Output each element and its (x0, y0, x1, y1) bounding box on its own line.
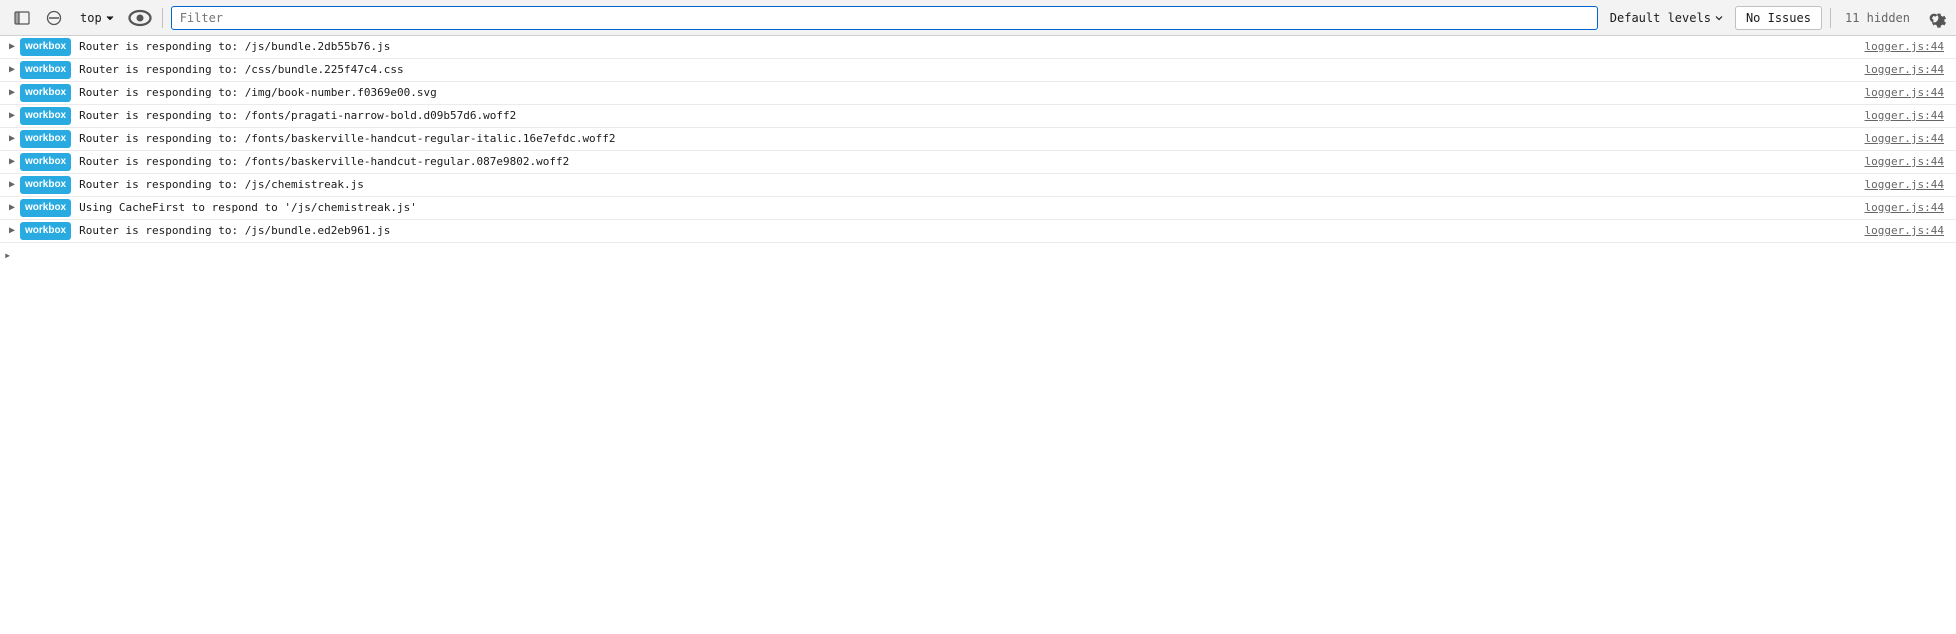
expand-arrow-icon[interactable]: ▶ (4, 108, 20, 124)
sidebar-icon (14, 10, 30, 26)
log-message: Router is responding to: /fonts/baskervi… (79, 154, 1864, 170)
no-entry-button[interactable] (40, 6, 68, 30)
expand-arrow-icon[interactable]: ▶ (4, 177, 20, 193)
expand-arrow-icon[interactable]: ▶ (4, 223, 20, 239)
expand-arrow-icon[interactable]: ▶ (4, 131, 20, 147)
table-row: ▶workbox Router is responding to: /fonts/… (0, 151, 1956, 174)
log-message: Router is responding to: /fonts/pragati-… (79, 108, 1864, 124)
workbox-badge: workbox (20, 38, 71, 56)
no-issues-label: No Issues (1746, 11, 1811, 25)
table-row: ▶workbox Router is responding to: /fonts/… (0, 128, 1956, 151)
levels-button[interactable]: Default levels (1602, 9, 1731, 27)
filter-input[interactable] (171, 6, 1598, 30)
no-entry-icon (46, 10, 62, 26)
chevron-down-icon (106, 14, 114, 22)
log-message: Router is responding to: /js/bundle.2db5… (79, 39, 1864, 55)
log-message: Using CacheFirst to respond to '/js/chem… (79, 200, 1864, 216)
log-source-link[interactable]: logger.js:44 (1865, 108, 1956, 124)
workbox-badge: workbox (20, 107, 71, 125)
expand-arrow-icon[interactable]: ▶ (4, 39, 20, 55)
no-issues-button[interactable]: No Issues (1735, 6, 1822, 30)
workbox-badge: workbox (20, 153, 71, 171)
log-source-link[interactable]: logger.js:44 (1865, 177, 1956, 193)
log-source-link[interactable]: logger.js:44 (1865, 200, 1956, 216)
levels-label: Default levels (1610, 11, 1711, 25)
hidden-count: 11 hidden (1839, 11, 1916, 25)
workbox-badge: workbox (20, 61, 71, 79)
context-label: top (80, 11, 102, 25)
table-row: ▶workbox Router is responding to: /js/bun… (0, 36, 1956, 59)
settings-button[interactable] (1920, 6, 1948, 30)
eye-icon (126, 4, 154, 32)
expand-arrow-icon[interactable]: ▶ (4, 154, 20, 170)
table-row: ▶workbox Router is responding to: /js/bun… (0, 220, 1956, 243)
table-row: ▶workbox Using CacheFirst to respond to '… (0, 197, 1956, 220)
toolbar-divider (162, 8, 163, 28)
workbox-badge: workbox (20, 84, 71, 102)
table-row: ▶workbox Router is responding to: /css/bu… (0, 59, 1956, 82)
log-message: Router is responding to: /css/bundle.225… (79, 62, 1864, 78)
table-row: ▶workbox Router is responding to: /js/che… (0, 174, 1956, 197)
workbox-badge: workbox (20, 222, 71, 240)
sidebar-toggle-button[interactable] (8, 6, 36, 30)
log-source-link[interactable]: logger.js:44 (1865, 154, 1956, 170)
log-source-link[interactable]: logger.js:44 (1865, 131, 1956, 147)
table-row: ▶workbox Router is responding to: /img/bo… (0, 82, 1956, 105)
log-source-link[interactable]: logger.js:44 (1865, 39, 1956, 55)
log-source-link[interactable]: logger.js:44 (1865, 62, 1956, 78)
console-prompt-row[interactable]: ▸ (0, 243, 1956, 267)
levels-chevron-icon (1715, 14, 1723, 22)
toolbar-divider-2 (1830, 8, 1831, 28)
expand-arrow-icon[interactable]: ▶ (4, 62, 20, 78)
expand-arrow-icon[interactable]: ▶ (4, 85, 20, 101)
eye-button[interactable] (126, 6, 154, 30)
prompt-arrow-icon[interactable]: ▸ (4, 248, 11, 262)
context-selector-button[interactable]: top (72, 9, 122, 27)
log-message: Router is responding to: /js/chemistreak… (79, 177, 1864, 193)
log-source-link[interactable]: logger.js:44 (1865, 85, 1956, 101)
expand-arrow-icon[interactable]: ▶ (4, 200, 20, 216)
log-message: Router is responding to: /js/bundle.ed2e… (79, 223, 1864, 239)
table-row: ▶workbox Router is responding to: /fonts/… (0, 105, 1956, 128)
console-output: ▶workboxRouter is responding to: /js/bun… (0, 36, 1956, 243)
log-source-link[interactable]: logger.js:44 (1865, 223, 1956, 239)
devtools-toolbar: top Default levels No Issues 11 hidden (0, 0, 1956, 36)
log-message: Router is responding to: /fonts/baskervi… (79, 131, 1864, 147)
workbox-badge: workbox (20, 130, 71, 148)
log-message: Router is responding to: /img/book-numbe… (79, 85, 1864, 101)
workbox-badge: workbox (20, 176, 71, 194)
gear-icon (1920, 4, 1948, 32)
workbox-badge: workbox (20, 199, 71, 217)
